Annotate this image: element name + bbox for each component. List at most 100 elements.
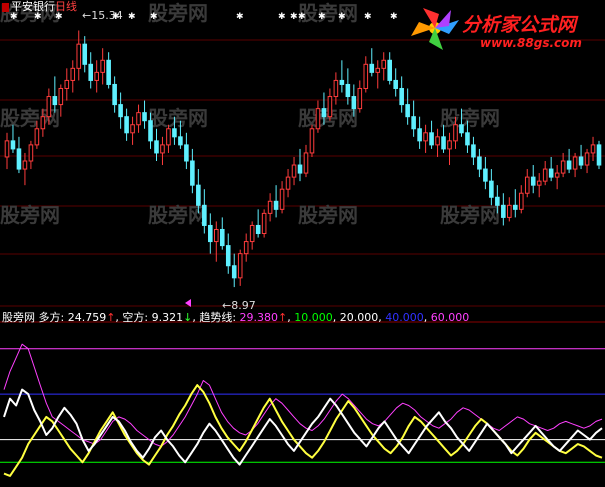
candle-body	[28, 144, 34, 162]
candle-body	[166, 128, 171, 146]
watermark-text: 股旁网	[298, 203, 358, 227]
candle-body	[518, 192, 524, 210]
indicator-item-label: 空方:	[118, 311, 152, 324]
candle-body	[435, 136, 440, 146]
candle-body	[351, 96, 357, 110]
logo-name: 分析家公式网	[462, 14, 577, 36]
candle-body	[524, 176, 530, 194]
candle-body	[339, 79, 345, 85]
star-mark: ✱	[236, 12, 244, 22]
candle-body	[471, 144, 476, 158]
candle-body	[572, 156, 578, 170]
security-name: 平安银行	[11, 0, 55, 13]
candle-body	[578, 156, 584, 166]
candle-body	[184, 144, 189, 162]
star-mark: ✱	[290, 12, 298, 22]
star-mark: ✱	[338, 12, 346, 22]
candle-body	[172, 128, 177, 138]
indicator-level-value: 40.000	[385, 311, 424, 324]
candle-body	[489, 180, 494, 198]
candle-body	[273, 200, 279, 210]
candle-body	[393, 79, 398, 89]
star-mark: ✱	[34, 12, 42, 22]
candle-body	[512, 204, 518, 210]
candle-body	[453, 124, 458, 142]
chart-title: 平安银行日线	[2, 1, 77, 13]
watermark-text: 股旁网	[148, 203, 208, 227]
candle-body	[501, 204, 506, 218]
candle-body	[76, 43, 82, 69]
title-marker-icon	[2, 2, 9, 12]
candle-body	[441, 136, 446, 150]
indicator-level-value: 60.000	[430, 311, 470, 324]
candle-body	[22, 160, 28, 170]
indicator-level-value: 20.000	[339, 311, 379, 324]
candle-body	[46, 96, 52, 118]
star-mark: ✱	[364, 12, 372, 22]
candle-body	[405, 104, 410, 118]
high-price-label: ←15.34	[82, 9, 123, 22]
indicator-name: 股旁网	[2, 311, 35, 324]
candle-body	[477, 156, 482, 170]
star-mark: ✱	[390, 12, 398, 22]
indicator-item-label: 趋势线:	[195, 311, 240, 324]
candle-body	[291, 164, 297, 178]
bulls-line	[3, 388, 603, 466]
candle-body	[70, 67, 76, 81]
candle-body	[52, 96, 58, 106]
candle-body	[417, 128, 422, 142]
candle-body	[58, 87, 64, 106]
candle-body	[213, 228, 219, 243]
star-mark: ✱	[278, 12, 286, 22]
candle-body	[309, 128, 315, 154]
candle-body	[148, 120, 153, 142]
candle-body	[255, 224, 261, 235]
indicator-item-value: 9.321	[151, 311, 184, 324]
period-label: 日线	[55, 0, 77, 13]
candle-body	[261, 212, 267, 235]
candle-body	[333, 79, 339, 98]
candle-body	[208, 224, 213, 243]
candle-body	[465, 132, 470, 146]
candle-body	[130, 124, 135, 134]
candle-body	[124, 116, 129, 134]
candle-body	[106, 59, 111, 85]
candle-body	[34, 128, 40, 146]
candle-body	[596, 144, 602, 166]
candle-body	[219, 228, 225, 247]
candle-body	[423, 132, 428, 142]
watermark-text: 股旁网	[0, 203, 60, 227]
candle-body	[279, 188, 285, 210]
candle-body	[483, 168, 488, 182]
candle-body	[118, 104, 123, 118]
star-mark: ✱	[10, 12, 18, 22]
candle-body	[64, 79, 70, 89]
candle-body	[225, 245, 231, 267]
candle-body	[190, 160, 195, 186]
candle-body	[321, 108, 327, 118]
star-mark: ✱	[128, 12, 136, 22]
candle-body	[303, 152, 309, 174]
candle-body	[315, 108, 321, 130]
candle-body	[459, 124, 464, 134]
indicator-level-value: 10.000	[294, 311, 333, 324]
candle-body	[196, 184, 201, 206]
star-mark: ✱	[150, 12, 158, 22]
candle-body	[387, 59, 393, 81]
candle-body	[40, 116, 46, 130]
candle-body	[160, 144, 165, 154]
candle-body	[231, 265, 237, 279]
candle-body	[411, 116, 416, 130]
star-mark: ✱	[55, 12, 63, 22]
candle-body	[154, 140, 159, 154]
candle-body	[297, 164, 303, 174]
candle-body	[357, 87, 363, 110]
candle-body	[202, 204, 207, 226]
candle-body	[447, 140, 452, 150]
watermark-text: 股旁网	[298, 1, 358, 25]
candle-body	[94, 71, 99, 81]
candle-body	[381, 59, 387, 69]
logo-url: www.88gs.com	[480, 36, 582, 50]
candle-body	[548, 168, 554, 178]
star-mark: ✱	[298, 12, 306, 22]
